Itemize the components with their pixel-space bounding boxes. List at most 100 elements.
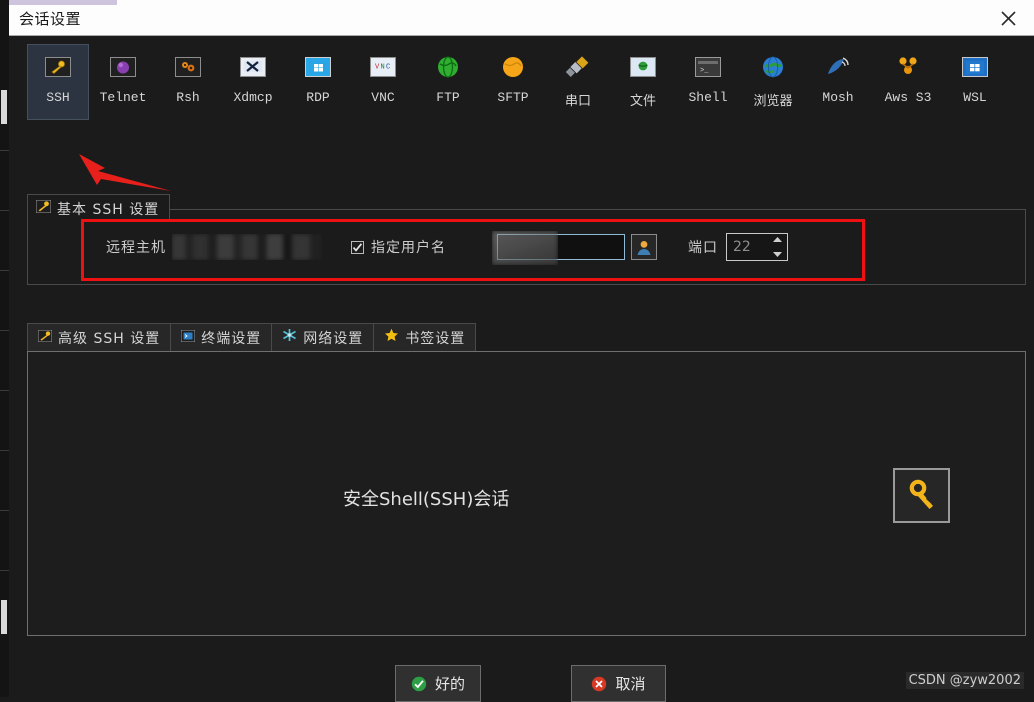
edge-tick [0, 390, 9, 391]
cancel-button[interactable]: 取消 [571, 665, 666, 702]
protocol-label: FTP [436, 90, 460, 105]
edge-tick [0, 210, 9, 211]
port-value: 22 [733, 239, 751, 255]
ssh-key-icon [35, 199, 52, 218]
protocol-shell[interactable]: >_ Shell [677, 44, 739, 120]
tab-advanced-ssh[interactable]: 高级 SSH 设置 [27, 323, 172, 351]
aws-s3-icon [894, 53, 922, 81]
protocol-label: Aws S3 [884, 90, 932, 105]
port-label: 端口 [688, 240, 718, 256]
protocol-mosh[interactable]: Mosh [807, 44, 869, 120]
title-bar: 会话设置 [9, 0, 1034, 36]
session-type-key-badge [893, 468, 950, 523]
protocol-telnet[interactable]: Telnet [92, 44, 154, 120]
vnc-monitor-icon: V N C [369, 53, 397, 81]
protocol-file[interactable]: 文件 [612, 44, 674, 120]
protocol-aws-s3[interactable]: Aws S3 [872, 44, 944, 120]
network-icon [282, 328, 297, 347]
remote-host-label: 远程主机 [106, 240, 166, 256]
edge-tick [0, 450, 9, 451]
close-button[interactable] [990, 5, 1026, 31]
protocol-wsl[interactable]: WSL [944, 44, 1006, 120]
terminal-icon [180, 329, 196, 347]
scroll-nub-bottom [1, 600, 7, 634]
sftp-globe-icon [499, 53, 527, 81]
shell-term-icon: >_ [694, 53, 722, 81]
protocol-label: 串口 [564, 94, 591, 109]
chevron-up-icon [772, 237, 782, 242]
protocol-label: Shell [688, 90, 728, 105]
protocol-ftp[interactable]: FTP [417, 44, 479, 120]
select-user-button[interactable] [631, 234, 657, 260]
mosh-icon [824, 53, 852, 81]
protocol-label: RDP [306, 90, 330, 105]
spinner-arrows[interactable] [770, 236, 784, 258]
basic-ssh-group-label: 基本 SSH 设置 [57, 201, 160, 218]
protocol-label: Xdmcp [233, 90, 273, 105]
ok-button-label: 好的 [434, 675, 465, 693]
key-icon [909, 479, 933, 509]
rsh-icon [174, 53, 202, 81]
basic-ssh-group-tab: 基本 SSH 设置 [27, 194, 171, 222]
protocol-rdp[interactable]: RDP [287, 44, 349, 120]
protocol-label: SFTP [497, 90, 529, 105]
chevron-down-icon [772, 252, 782, 257]
protocol-serial[interactable]: 串口 [547, 44, 609, 120]
scroll-nub-top [1, 90, 7, 124]
edge-tick [0, 270, 9, 271]
protocol-ssh[interactable]: SSH [27, 44, 89, 120]
tab-label: 终端设置 [201, 330, 262, 347]
tab-label: 书签设置 [405, 330, 466, 347]
specify-username-checkbox[interactable] [351, 240, 364, 254]
user-select-icon [637, 240, 651, 255]
window-title: 会话设置 [19, 10, 82, 28]
protocol-browser[interactable]: 浏览器 [742, 44, 804, 120]
remote-host-input[interactable] [172, 234, 322, 260]
protocol-label: Mosh [822, 90, 854, 105]
watermark: CSDN @zyw2002 [905, 672, 1024, 689]
close-icon [1000, 10, 1016, 26]
ssh-key-icon [44, 53, 72, 81]
settings-tab-panel: 安全Shell(SSH)会话 [27, 351, 1026, 636]
basic-ssh-group: 远程主机 指定用户名 端口 22 [27, 209, 1026, 285]
tab-bookmark[interactable]: 书签设置 [373, 323, 477, 351]
protocol-label: SSH [46, 90, 70, 105]
dialog-body: SSH Telnet Rsh Xdmcp RDP V N C VNC FTP S… [9, 36, 1034, 702]
file-share-icon [629, 53, 657, 81]
basic-ssh-row: 远程主机 指定用户名 端口 22 [28, 210, 1025, 284]
tab-label: 网络设置 [303, 330, 364, 347]
protocol-xdmcp[interactable]: Xdmcp [222, 44, 284, 120]
protocol-label: 浏览器 [753, 94, 793, 109]
edge-tick [0, 150, 9, 151]
star-icon [384, 328, 399, 347]
browser-globe-icon [759, 53, 787, 81]
check-circle-icon [411, 676, 427, 691]
ssh-key-icon [37, 329, 53, 347]
specify-username-label: 指定用户名 [371, 240, 446, 256]
protocol-label: WSL [963, 90, 987, 105]
svg-text:N: N [381, 64, 385, 72]
protocol-label: Rsh [176, 90, 200, 105]
edge-tick [0, 330, 9, 331]
tab-network[interactable]: 网络设置 [271, 323, 375, 351]
protocol-label: VNC [371, 90, 395, 105]
tab-label: 高级 SSH 设置 [58, 330, 161, 347]
telnet-orb-icon [109, 53, 137, 81]
username-input[interactable] [492, 231, 625, 265]
rdp-monitor-icon [304, 53, 332, 81]
svg-text:>_: >_ [700, 67, 709, 74]
panel-description: 安全Shell(SSH)会话 [343, 489, 510, 510]
tab-terminal[interactable]: 终端设置 [170, 323, 273, 351]
ok-button[interactable]: 好的 [395, 665, 481, 702]
protocol-sftp[interactable]: SFTP [482, 44, 544, 120]
port-spinner[interactable]: 22 [726, 233, 788, 261]
protocol-vnc[interactable]: V N C VNC [352, 44, 414, 120]
titlebar-accent-stripe [9, 0, 117, 5]
settings-tabstrip: 高级 SSH 设置 终端设置 网络设置 书签设置 [27, 323, 1026, 351]
wsl-windows-icon [961, 53, 989, 81]
serial-port-icon [564, 53, 592, 81]
xdmcp-icon [239, 53, 267, 81]
protocol-label: 文件 [629, 94, 656, 109]
check-icon [352, 242, 363, 252]
protocol-rsh[interactable]: Rsh [157, 44, 219, 120]
